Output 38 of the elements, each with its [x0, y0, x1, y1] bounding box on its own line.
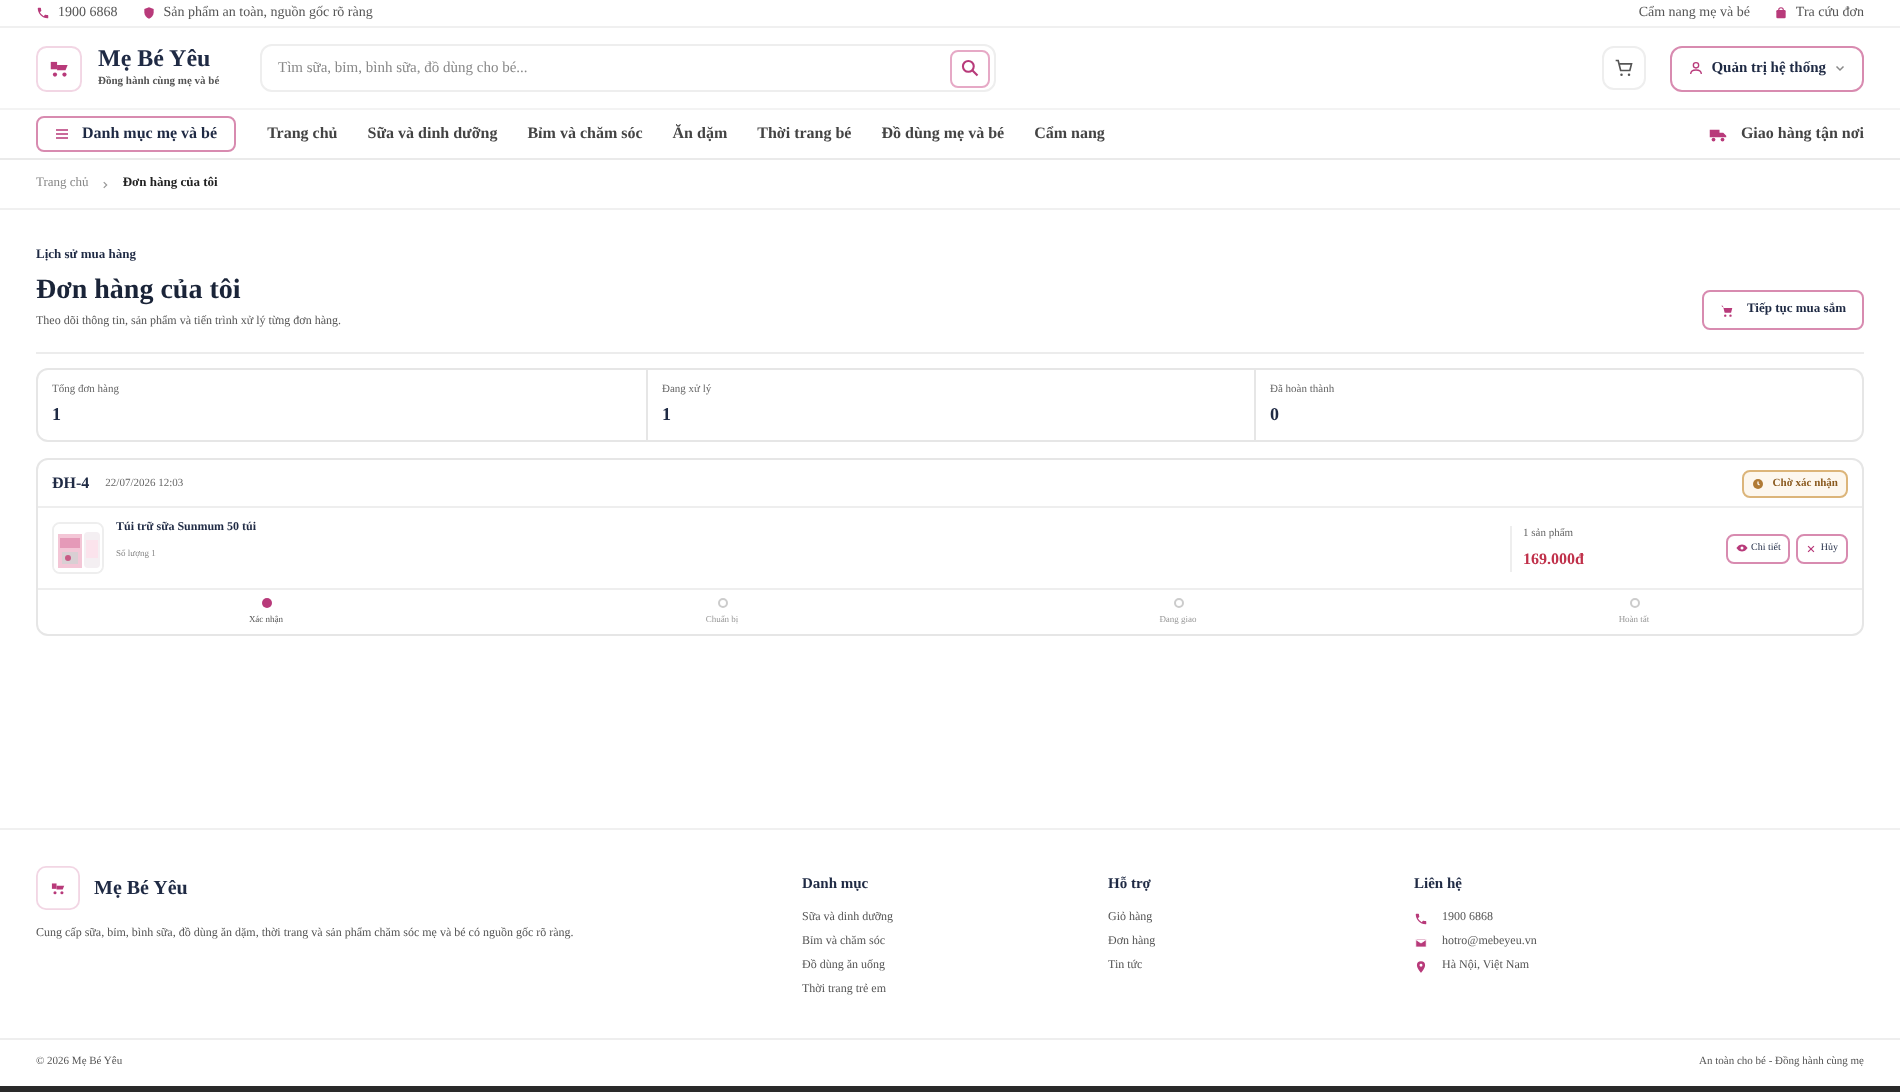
nav-link[interactable]: Trang chủ: [267, 122, 338, 146]
category-button[interactable]: Danh mục mẹ và bé: [36, 116, 236, 152]
nav-link[interactable]: Đồ dùng mẹ và bé: [881, 122, 1005, 146]
chevron-right-icon: [100, 179, 111, 189]
eye-icon: [1735, 542, 1747, 555]
delivery-text: Giao hàng tận nơi: [1740, 122, 1864, 146]
chevron-down-icon: [1834, 62, 1846, 74]
page-title: Đơn hàng của tôi: [36, 273, 243, 309]
nav-link[interactable]: Ăn dặm: [672, 122, 728, 146]
phone-icon: [1414, 911, 1428, 926]
nav-link[interactable]: Cẩm nang: [1034, 122, 1105, 146]
cart-icon: [1720, 303, 1735, 318]
stroller-logo-icon: [36, 866, 80, 910]
brand-name: Mẹ Bé Yêu: [98, 44, 213, 75]
footer-brand-name: Mẹ Bé Yêu: [94, 875, 188, 903]
map-pin-icon: [1414, 959, 1428, 974]
clock-icon: [1752, 477, 1765, 490]
menu-icon: [54, 126, 70, 142]
truck-icon: [1708, 125, 1729, 143]
nav-link[interactable]: Bỉm và chăm sóc: [527, 122, 643, 146]
order-total: 169.000đ: [1523, 547, 1586, 572]
stat-value: 1: [662, 402, 673, 429]
phone-icon: [36, 6, 50, 20]
search-button[interactable]: [950, 49, 990, 87]
nav-link[interactable]: Sữa và dinh dưỡng: [367, 122, 498, 146]
bag-icon: [1773, 6, 1788, 20]
search-icon: [960, 58, 980, 78]
cart-icon: [1613, 58, 1634, 78]
user-icon: [1687, 60, 1704, 76]
cart-button[interactable]: [1601, 46, 1646, 90]
stat-value: 0: [1270, 402, 1281, 429]
close-icon: [1806, 543, 1817, 554]
stroller-logo-icon: [36, 45, 82, 91]
order-code: ĐH-4: [52, 471, 90, 496]
envelope-icon: [1414, 935, 1428, 950]
shield-icon: [141, 6, 156, 20]
stat-value: 1: [52, 402, 63, 429]
nav-link[interactable]: Thời trang bé: [757, 122, 852, 146]
